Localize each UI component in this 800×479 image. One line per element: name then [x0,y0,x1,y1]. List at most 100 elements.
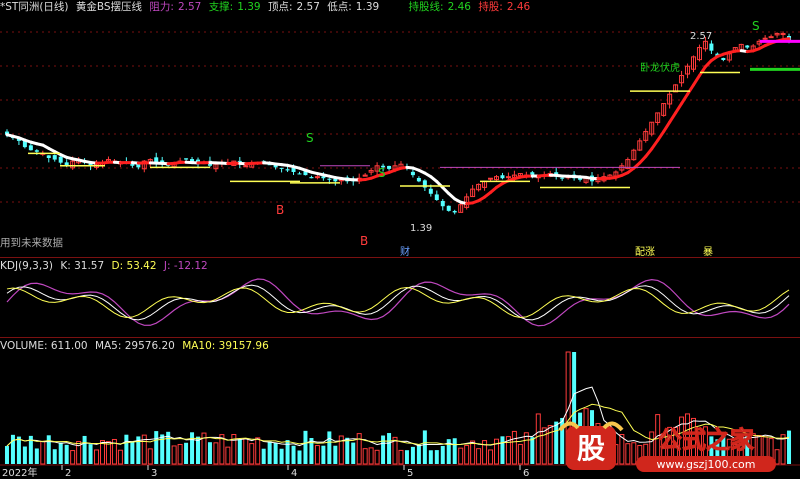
volume-bar-up [147,448,153,465]
candle-body-down [46,155,51,158]
volume-bar-down [237,439,242,464]
volume-bar-down [88,444,93,464]
volume-bar-down [207,442,212,464]
volume-bar-up [476,448,482,465]
candle-body-up [762,37,768,40]
volume-bar-down [184,442,189,464]
watermark-logo: 股 公式之家 www.gszj100.com [558,421,776,472]
volume-bar-down [321,445,326,464]
volume-bar-up [213,442,219,465]
volume-bar-down [351,442,356,464]
volume-bar-up [517,443,523,465]
trend-line-segment [686,83,695,96]
candle-body-down [28,145,33,151]
watermark: 股 公式之家 www.gszj100.com [556,420,796,476]
chart-window: { "title": "*ST同洲(日线)", "indicator_name"… [0,0,800,479]
volume-bar-down [267,441,272,464]
b-marker: B [360,234,368,248]
month-label: 3 [151,468,157,479]
future-note: 用到未来数据 [0,237,63,249]
volume-bar-up [314,445,320,465]
volume-bar-down [64,444,69,464]
volume-title: VOLUME: 611.00 [0,340,88,352]
volume-bar-down [404,450,409,464]
candle-body-down [440,200,445,207]
candle-body-down [58,156,63,163]
volume-bar-up [105,441,111,465]
volume-bar-up [225,446,231,465]
volume-bar-up [523,432,529,465]
candle-body-up [243,165,249,168]
volume-bar-down [440,445,445,464]
volume-bar-up [541,427,547,465]
volume-bar-up [177,443,183,465]
candle-body-down [446,205,451,211]
volume-bar-down [261,448,266,464]
volume-bar-down [452,438,457,464]
volume-bar-up [470,440,476,465]
volume-bar-down [58,442,63,464]
candle-body-down [721,57,726,60]
volume-bar-down [46,435,51,464]
volume-bar-down [10,434,15,464]
volume-bar-up [243,438,249,465]
volume-bar-down [82,435,87,464]
candle-body-down [184,158,189,160]
volume-bar-down [190,432,195,464]
volume-bar-down [154,431,159,464]
volume-ma5: MA5: 29576.20 [94,340,175,352]
volume-bar-up [398,449,404,465]
month-label: 5 [407,468,413,479]
trend-line-segment [697,65,707,78]
volume-bar-down [4,446,9,464]
volume-bar-down [422,430,427,464]
volume-bar-down [410,446,415,464]
volume-bar-down [387,433,392,464]
kdj-header: KDJ(9,3,3) K: 31.57 D: 53.42 J: -12.12 [0,259,212,273]
volume-bar-down [22,446,27,464]
s-marker: S [306,131,314,145]
candle-body-down [434,194,439,200]
candle-body-down [428,188,433,194]
candle-body-down [34,150,39,152]
volume-bar-up [255,437,261,465]
volume-bar-up [356,433,362,465]
volume-bar-up [458,447,464,465]
volume-bar-up [374,449,380,465]
s-marker: S [378,166,386,180]
volume-bar-down [327,431,332,464]
volume-bar-down [297,450,302,464]
candle-body-up [505,176,511,179]
volume-bar-up [249,443,255,465]
volume-bar-down [434,450,439,464]
volume-bar-down [333,445,338,464]
kdj-k: K: 31.57 [60,260,105,272]
b-marker: B [276,203,284,217]
candle-body-up [780,33,786,36]
separator-kdj [0,257,800,258]
trend-line-segment [680,92,690,106]
kdj-title: KDJ(9,3,3) [0,260,53,272]
trend-line-segment [781,37,791,42]
candle-body-down [285,169,290,171]
trend-line-segment [662,120,672,134]
volume-bar-up [488,449,494,465]
separator-volume [0,337,800,338]
volume-bar-down [52,449,57,464]
candle-body-down [709,43,714,51]
volume-bar-down [428,450,433,464]
volume-bar-up [171,445,177,465]
volume-bar-down [303,430,308,464]
candle-body-down [297,173,302,175]
kdj-j: J: -12.12 [163,260,208,272]
candle-body-down [500,175,505,179]
volume-bar-down [345,437,350,464]
month-label: 4 [291,468,297,479]
price-low-label: 1.39 [410,223,432,234]
trend-line-segment [650,138,660,151]
trend-line-segment [656,130,666,142]
trend-line-segment [668,111,678,124]
volume-bar-down [124,434,129,464]
volume-bar-down [530,437,535,464]
volume-bar-down [16,436,21,464]
